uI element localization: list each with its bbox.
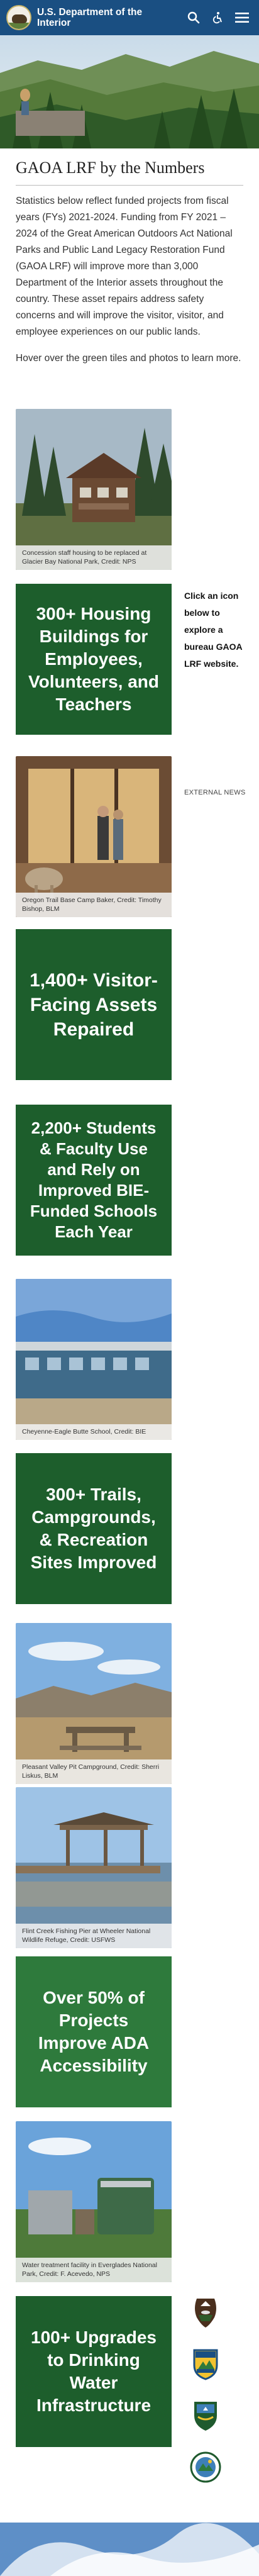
bureau-badges xyxy=(184,2296,228,2502)
header-actions xyxy=(187,11,253,24)
stat-tile[interactable]: 2,200+ Students & Faculty Use and Rely o… xyxy=(16,1105,172,1256)
doi-bison-seal-icon[interactable] xyxy=(6,5,31,30)
photo-caption: Pleasant Valley Pit Campground, Credit: … xyxy=(16,1759,172,1784)
bie-seal-icon[interactable] xyxy=(189,2451,222,2484)
intro-section: GAOA LRF by the Numbers Statistics below… xyxy=(16,157,243,367)
page-title: GAOA LRF by the Numbers xyxy=(16,159,205,177)
photo-caption: Concession staff housing to be replaced … xyxy=(16,545,172,570)
stat-tile[interactable]: 1,400+ Visitor-Facing Assets Repaired xyxy=(16,929,172,1080)
photo-card[interactable]: Water treatment facility in Everglades N… xyxy=(16,2121,172,2282)
drinking-water-stat-tile[interactable]: 100+ Upgrades to Drinking Water Infrastr… xyxy=(16,2296,172,2447)
school-photo[interactable]: Cheyenne-Eagle Butte School, Credit: BIE xyxy=(16,1279,172,1440)
trails-stat-tile[interactable]: 300+ Trails, Campgrounds, & Recreation S… xyxy=(16,1453,172,1604)
hero-forest-photo xyxy=(0,35,259,148)
ada-stat-tile[interactable]: Over 50% of Projects Improve ADA Accessi… xyxy=(16,1956,172,2107)
water-treatment-photo[interactable]: Water treatment facility in Everglades N… xyxy=(16,2121,172,2282)
housing-stat-tile[interactable]: 300+ Housing Buildings for Employees, Vo… xyxy=(16,584,172,735)
photo-card[interactable]: Oregon Trail Base Camp Baker, Credit: Ti… xyxy=(16,756,172,917)
accessibility-icon[interactable] xyxy=(211,11,224,24)
photo-caption: Water treatment facility in Everglades N… xyxy=(16,2258,172,2282)
photo-caption: Oregon Trail Base Camp Baker, Credit: Ti… xyxy=(16,893,172,917)
fishing-pier-photo[interactable]: Flint Creek Fishing Pier at Wheeler Nati… xyxy=(16,1787,172,1948)
photo-card[interactable]: Flint Creek Fishing Pier at Wheeler Nati… xyxy=(16,1787,172,1948)
blm-badge-icon[interactable] xyxy=(189,2348,222,2380)
hover-instruction: Hover over the green tiles and photos to… xyxy=(16,353,241,364)
students-stat-tile[interactable]: 2,200+ Students & Faculty Use and Rely o… xyxy=(16,1105,172,1256)
hamburger-menu-icon[interactable] xyxy=(235,12,249,23)
photo-card[interactable]: Cheyenne-Eagle Butte School, Credit: BIE xyxy=(16,1279,172,1440)
stat-tile[interactable]: 100+ Upgrades to Drinking Water Infrastr… xyxy=(16,2296,172,2447)
housing-photo[interactable]: Concession staff housing to be replaced … xyxy=(16,409,172,570)
intro-paragraph: Statistics below reflect funded projects… xyxy=(16,196,233,337)
footer-sky-photo xyxy=(0,2523,259,2576)
bureau-instruction: Click an icon below to explore a bureau … xyxy=(184,591,243,669)
external-news-link[interactable]: EXTERNAL NEWS xyxy=(184,789,246,796)
photo-card[interactable]: Concession staff housing to be replaced … xyxy=(16,409,172,570)
usfws-shield-icon[interactable] xyxy=(189,2399,222,2432)
title-divider xyxy=(16,185,243,186)
photo-caption: Flint Creek Fishing Pier at Wheeler Nati… xyxy=(16,1924,172,1948)
site-title[interactable]: U.S. Department of the Interior xyxy=(37,7,163,28)
stat-tile[interactable]: 300+ Trails, Campgrounds, & Recreation S… xyxy=(16,1453,172,1604)
campground-photo[interactable]: Pleasant Valley Pit Campground, Credit: … xyxy=(16,1623,172,1784)
photo-caption: Cheyenne-Eagle Butte School, Credit: BIE xyxy=(16,1424,172,1440)
oregon-trail-photo[interactable]: Oregon Trail Base Camp Baker, Credit: Ti… xyxy=(16,756,172,917)
stat-tile[interactable]: 300+ Housing Buildings for Employees, Vo… xyxy=(16,584,172,735)
search-icon[interactable] xyxy=(187,11,200,24)
site-header: U.S. Department of the Interior xyxy=(0,0,259,35)
photo-card[interactable]: Pleasant Valley Pit Campground, Credit: … xyxy=(16,1623,172,1784)
stat-tile[interactable]: Over 50% of Projects Improve ADA Accessi… xyxy=(16,1956,172,2107)
visitor-assets-stat-tile[interactable]: 1,400+ Visitor-Facing Assets Repaired xyxy=(16,929,172,1080)
nps-arrowhead-icon[interactable] xyxy=(189,2296,222,2329)
